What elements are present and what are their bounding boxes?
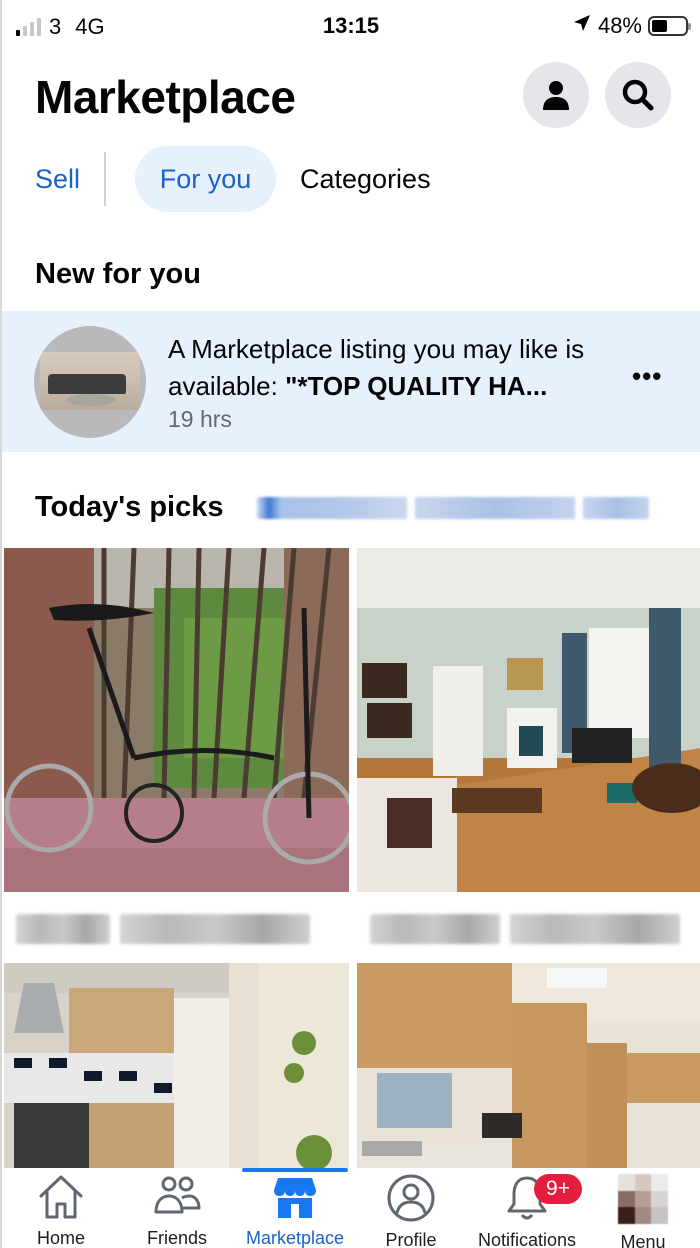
tab-sell[interactable]: Sell (35, 164, 80, 195)
page-title: Marketplace (35, 71, 296, 123)
profile-button[interactable] (523, 62, 589, 128)
nav-profile-label: Profile (385, 1230, 437, 1248)
location-arrow-icon (572, 13, 592, 39)
nav-notifications-label: Notifications (477, 1230, 577, 1248)
menu-avatar (618, 1174, 668, 1224)
notification-time: 19 hrs (168, 406, 232, 432)
tab-categories[interactable]: Categories (300, 164, 431, 195)
caravan-interior-photo (357, 963, 700, 1173)
kitchen-photo (4, 963, 349, 1173)
nav-marketplace-label: Marketplace (245, 1228, 345, 1248)
living-room-photo (357, 548, 700, 892)
notifications-badge: 9+ (534, 1174, 582, 1204)
listing-card[interactable] (357, 963, 700, 1173)
nav-menu[interactable]: Menu (588, 1174, 698, 1248)
status-right: 48% (572, 13, 691, 39)
battery-icon (648, 16, 691, 36)
nav-home-label: Home (36, 1228, 85, 1248)
listing-caption-obscured[interactable] (370, 905, 680, 953)
listing-card[interactable] (357, 548, 700, 892)
nav-friends[interactable]: Friends (122, 1174, 232, 1248)
battery-percent: 48% (597, 13, 642, 38)
person-icon (543, 81, 569, 110)
marketplace-shop-icon (274, 1178, 316, 1218)
location-link-obscured[interactable] (257, 488, 677, 528)
notification-text: A Marketplace listing you may like is av… (168, 331, 608, 405)
notification-listing-title: "*TOP QUALITY HA... (285, 371, 548, 401)
listing-caption-obscured[interactable] (16, 905, 310, 953)
nav-profile[interactable]: Profile (356, 1174, 466, 1248)
marketplace-tabs: Sell For you Categories (2, 146, 700, 212)
nav-notifications[interactable]: 9+ Notifications (472, 1174, 582, 1248)
nav-friends-label: Friends (146, 1228, 208, 1248)
nav-home[interactable]: Home (6, 1174, 116, 1248)
nav-marketplace[interactable]: Marketplace (240, 1174, 350, 1248)
nav-menu-label: Menu (620, 1232, 666, 1248)
search-icon (622, 79, 654, 111)
home-icon (39, 1175, 83, 1219)
todays-picks-heading: Today's picks (35, 491, 224, 523)
active-tab-indicator (242, 1168, 348, 1172)
marketplace-screen: 3 4G 13:15 48% Marketplace Sell For you … (0, 0, 700, 1248)
listing-card[interactable] (4, 548, 349, 892)
listing-notification[interactable]: A Marketplace listing you may like is av… (2, 311, 700, 452)
bottom-nav: Home Friends Marketplace Profile 9+ Noti… (2, 1168, 700, 1248)
folding-bicycle-photo (4, 548, 349, 892)
friends-icon (154, 1176, 201, 1214)
listing-card[interactable] (4, 963, 349, 1173)
more-options-button[interactable]: ••• (632, 361, 662, 392)
status-bar: 3 4G 13:15 48% (2, 0, 700, 52)
new-for-you-heading: New for you (35, 258, 201, 290)
corner-sofa-photo (40, 352, 140, 410)
notification-thumbnail (34, 326, 146, 438)
profile-circle-icon (387, 1174, 435, 1222)
tab-for-you[interactable]: For you (135, 146, 276, 212)
header: Marketplace (2, 60, 700, 130)
tab-divider (104, 152, 106, 206)
search-button[interactable] (605, 62, 671, 128)
